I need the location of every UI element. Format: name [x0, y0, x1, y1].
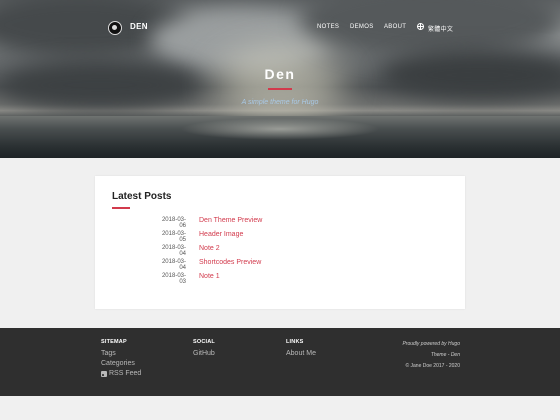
- footer-github-link[interactable]: GitHub: [193, 350, 215, 357]
- post-link[interactable]: Note 2: [199, 245, 220, 252]
- footer-link-label: GitHub: [193, 350, 215, 357]
- sea-glare: [180, 118, 380, 140]
- post-link[interactable]: Shortcodes Preview: [199, 259, 261, 266]
- list-item: 2018-03-04 Shortcodes Preview: [95, 259, 465, 271]
- footer-links: LINKS About Me: [286, 339, 316, 357]
- post-date: 2018-03-04: [161, 245, 186, 257]
- footer-tags-link[interactable]: Tags: [101, 350, 141, 357]
- latest-posts-card: Latest Posts 2018-03-06 Den Theme Previe…: [95, 176, 465, 309]
- nav-notes-link[interactable]: NOTES: [317, 24, 339, 30]
- post-date: 2018-03-06: [161, 217, 186, 229]
- footer-sitemap-heading: SITEMAP: [101, 339, 127, 345]
- yin-yang-logo-icon[interactable]: [108, 21, 122, 35]
- footer-about-link[interactable]: About Me: [286, 350, 316, 357]
- footer-sitemap: SITEMAP Tags Categories RSS Feed: [101, 339, 141, 377]
- footer-social-heading: SOCIAL: [193, 339, 215, 345]
- footer-link-label: About Me: [286, 350, 316, 357]
- sun-glow: [215, 50, 345, 120]
- theme-credit-text[interactable]: Theme - Den: [402, 350, 460, 361]
- footer-link-label: Categories: [101, 360, 135, 367]
- heading-underline: [112, 207, 130, 209]
- site-subtitle: A simple theme for Hugo: [241, 99, 319, 106]
- site-footer: SITEMAP Tags Categories RSS Feed SOCIAL …: [0, 328, 560, 396]
- globe-icon: [417, 23, 424, 30]
- footer-link-label: RSS Feed: [109, 370, 142, 377]
- list-item: 2018-03-05 Header Image: [95, 231, 465, 243]
- hero-header: DEN NOTES DEMOS ABOUT 繁體中文 Den A simple …: [0, 0, 560, 158]
- post-link[interactable]: Header Image: [199, 231, 243, 238]
- footer-link-label: Tags: [101, 350, 116, 357]
- post-date: 2018-03-03: [161, 273, 186, 285]
- nav-language-link[interactable]: 繁體中文: [428, 24, 453, 33]
- rss-icon: [101, 370, 107, 377]
- footer-categories-link[interactable]: Categories: [101, 360, 141, 367]
- footer-social: SOCIAL GitHub: [193, 339, 215, 357]
- powered-by-text[interactable]: Proudly powered by Hugo: [402, 339, 460, 350]
- nav-demos-link[interactable]: DEMOS: [350, 24, 374, 30]
- post-link[interactable]: Note 1: [199, 273, 220, 280]
- top-nav: DEN NOTES DEMOS ABOUT 繁體中文: [0, 0, 560, 56]
- latest-posts-heading: Latest Posts: [112, 191, 172, 202]
- post-date: 2018-03-05: [161, 231, 186, 243]
- copyright-text: © Jane Doe 2017 - 2020: [405, 363, 460, 369]
- list-item: 2018-03-03 Note 1: [95, 273, 465, 285]
- title-underline: [268, 88, 292, 90]
- footer-links-heading: LINKS: [286, 339, 304, 345]
- footer-credits: Proudly powered by Hugo Theme - Den © Ja…: [402, 339, 460, 372]
- nav-about-link[interactable]: ABOUT: [384, 24, 406, 30]
- site-title: Den: [264, 66, 296, 82]
- list-item: 2018-03-06 Den Theme Preview: [95, 217, 465, 229]
- post-link[interactable]: Den Theme Preview: [199, 217, 262, 224]
- footer-rss-link[interactable]: RSS Feed: [101, 370, 141, 377]
- post-date: 2018-03-04: [161, 259, 186, 271]
- list-item: 2018-03-04 Note 2: [95, 245, 465, 257]
- brand-link[interactable]: DEN: [130, 22, 148, 31]
